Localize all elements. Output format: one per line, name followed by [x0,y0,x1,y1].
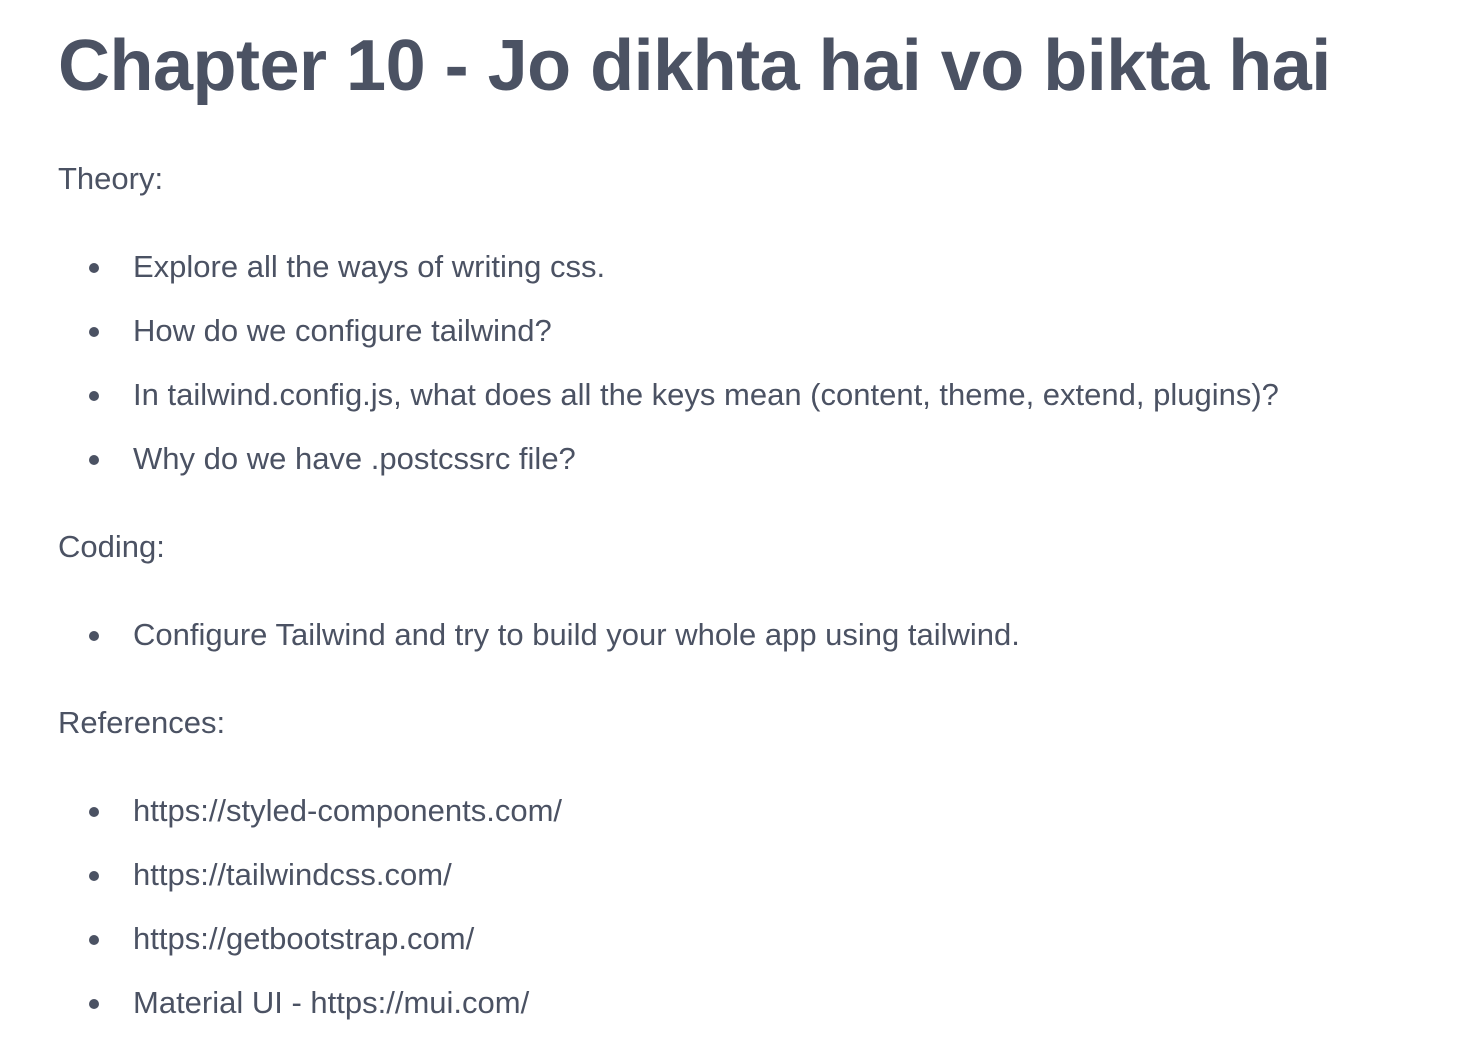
list-item-text: In tailwind.config.js, what does all the… [133,377,1279,412]
references-heading: References: [58,705,226,740]
list-item: Why do we have .postcssrc file? [58,440,1460,478]
list-item: https://styled-components.com/ [58,792,1460,830]
list-item-text: Explore all the ways of writing css. [133,249,606,284]
document-page: Chapter 10 - Jo dikhta hai vo bikta hai … [0,0,1460,1046]
bullet-icon [89,263,99,273]
bullet-icon [89,455,99,465]
list-item: https://tailwindcss.com/ [58,856,1460,894]
bullet-icon [89,871,99,881]
theory-heading: Theory: [58,161,164,196]
list-item: In tailwind.config.js, what does all the… [58,376,1460,414]
list-item-text: How do we configure tailwind? [133,313,552,348]
bullet-icon [89,807,99,817]
list-item-text: Why do we have .postcssrc file? [133,441,576,476]
references-list: https://styled-components.com/ https://t… [58,792,1460,1022]
reference-link: https://getbootstrap.com/ [133,921,475,956]
coding-heading: Coding: [58,529,165,564]
bullet-icon [89,631,99,641]
list-item: https://getbootstrap.com/ [58,920,1460,958]
reference-link: https://tailwindcss.com/ [133,857,452,892]
coding-list: Configure Tailwind and try to build your… [58,616,1460,654]
list-item: Explore all the ways of writing css. [58,248,1460,286]
list-item-text: Configure Tailwind and try to build your… [133,617,1020,652]
reference-link: Material UI - https://mui.com/ [133,985,530,1020]
list-item: How do we configure tailwind? [58,312,1460,350]
page-title: Chapter 10 - Jo dikhta hai vo bikta hai [58,26,1331,106]
theory-list: Explore all the ways of writing css. How… [58,248,1460,478]
list-item: Material UI - https://mui.com/ [58,984,1460,1022]
bullet-icon [89,999,99,1009]
reference-link: https://styled-components.com/ [133,793,563,828]
bullet-icon [89,391,99,401]
list-item: Configure Tailwind and try to build your… [58,616,1460,654]
bullet-icon [89,935,99,945]
bullet-icon [89,327,99,337]
